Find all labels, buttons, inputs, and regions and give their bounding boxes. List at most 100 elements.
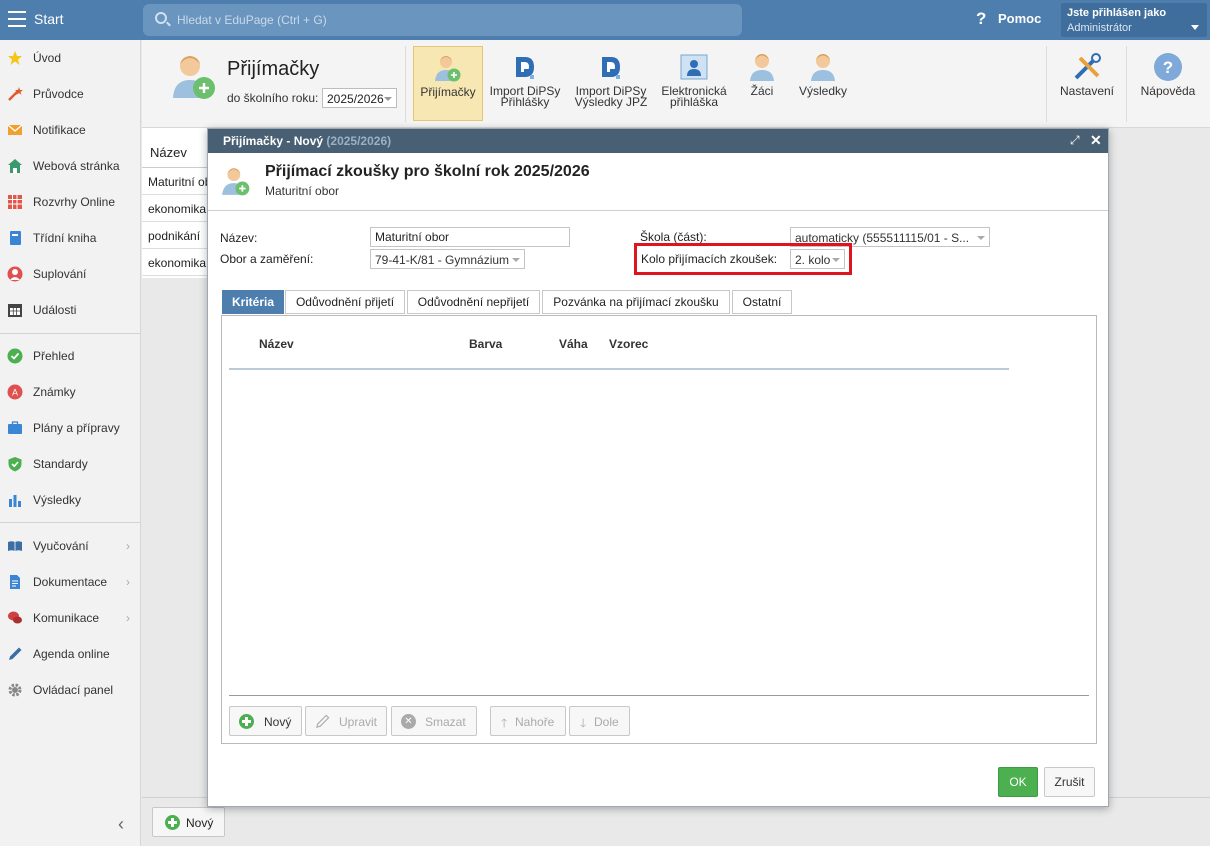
sidebar-item-label: Agenda online (33, 647, 110, 661)
divider (208, 210, 1108, 211)
toolbar-button-import-dipsy-vysledky[interactable]: Import DiPSy Výsledky JPZ (570, 46, 652, 121)
toolbar-button-zaci[interactable]: Žáci (738, 46, 786, 121)
sidebar-item-agenda-online[interactable]: Agenda online (0, 636, 141, 672)
name-label: Název: (220, 231, 258, 245)
tab-ostatni[interactable]: Ostatní (732, 290, 792, 314)
ok-button[interactable]: OK (998, 767, 1038, 797)
sidebar-collapse-button[interactable]: ‹ (118, 814, 124, 835)
user-role: Administrátor (1067, 22, 1132, 34)
new-admission-dialog: Přijímačky - Nový (2025/2026) ⤢ ✕ Přijím… (207, 128, 1109, 807)
new-button-label: Nový (186, 816, 214, 830)
sidebar-item-webova-stranka[interactable]: Webová stránka (0, 148, 141, 184)
sidebar-item-tridni-kniha[interactable]: Třídní kniha (0, 220, 141, 256)
list-item[interactable]: ekonomika (142, 195, 208, 222)
sidebar-item-standardy[interactable]: Standardy (0, 446, 141, 482)
tab-oduvodneni-neprijeti[interactable]: Odůvodnění nepřijetí (407, 290, 540, 314)
top-bar: Start Hledat v EduPage (Ctrl + G) ? Pomo… (0, 0, 1210, 40)
sidebar-item-udalosti[interactable]: Události (0, 292, 141, 328)
sidebar-item-label: Komunikace (33, 611, 100, 625)
envelope-icon (7, 124, 23, 135)
cancel-button[interactable]: Zrušit (1044, 767, 1095, 797)
name-field[interactable]: Maturitní obor (370, 227, 570, 247)
user-menu[interactable]: Jste přihlášen jako Administrátor (1061, 3, 1207, 37)
toolbar-button-napoveda[interactable]: ? Nápověda (1134, 46, 1202, 121)
sidebar-item-label: Třídní kniha (33, 231, 97, 245)
toolbar-button-import-dipsy-prihlasky[interactable]: Import DiPSy Přihlášky (486, 46, 564, 121)
help-icon[interactable]: ? (976, 9, 986, 29)
chevron-down-icon (512, 258, 520, 262)
move-top-button[interactable]: 🡑 Nahoře (490, 706, 566, 736)
sidebar-item-ovladaci-panel[interactable]: Ovládací panel (0, 672, 141, 708)
toolbar-button-vysledky[interactable]: Výsledky (792, 46, 854, 121)
toolbar-button-label: Výsledky (798, 84, 848, 98)
sidebar-item-vysledky[interactable]: Výsledky (0, 482, 141, 518)
sidebar-item-uvod[interactable]: Úvod (0, 40, 141, 76)
admissions-icon (435, 56, 461, 82)
sidebar-item-notifikace[interactable]: Notifikace (0, 112, 141, 148)
column-header-formula[interactable]: Vzorec (609, 337, 648, 351)
sidebar-item-rozvrhy-online[interactable]: Rozvrhy Online (0, 184, 141, 220)
school-year-value: 2025/2026 (327, 92, 384, 106)
sidebar-item-suplovani[interactable]: Suplování (0, 256, 141, 292)
column-header-weight[interactable]: Váha (559, 337, 588, 351)
new-button[interactable]: Nový (152, 807, 225, 837)
sidebar-item-pruvodce[interactable]: Průvodce (0, 76, 141, 112)
toolbar-button-label: Žáci (750, 84, 774, 98)
person-icon (7, 266, 23, 282)
toolbar-button-prijimacky[interactable]: Přijímačky (413, 46, 483, 121)
maximize-icon[interactable]: ⤢ (1070, 133, 1080, 148)
column-header-name[interactable]: Název (259, 337, 294, 351)
search-input[interactable]: Hledat v EduPage (Ctrl + G) (143, 4, 742, 36)
help-link[interactable]: Pomoc (998, 11, 1041, 26)
delete-icon: ✕ (401, 714, 416, 729)
delete-button[interactable]: ✕ Smazat (391, 706, 477, 736)
arrow-up-icon: 🡑 (501, 716, 508, 730)
student-icon (750, 54, 774, 81)
sidebar-item-znamky[interactable]: A Známky (0, 374, 141, 410)
toolbar-button-elektronicka-prihlaska[interactable]: Elektronická přihláška (656, 46, 732, 121)
check-circle-icon (7, 348, 23, 364)
page-title: Přijímačky (227, 58, 320, 80)
move-bottom-button[interactable]: 🡓 Dole (569, 706, 630, 736)
menu-icon[interactable] (8, 11, 26, 27)
close-icon[interactable]: ✕ (1090, 132, 1102, 149)
new-criterion-button[interactable]: Nový (229, 706, 302, 736)
tab-kriteria[interactable]: Kritéria (222, 290, 284, 314)
student-icon (811, 54, 835, 81)
sidebar-item-plany-a-pripravy[interactable]: Plány a přípravy (0, 410, 141, 446)
toolbar-button-nastaveni[interactable]: Nastavení (1054, 46, 1120, 121)
start-label[interactable]: Start (34, 11, 64, 27)
list-header: Název (142, 128, 208, 168)
list-item[interactable]: podnikání (142, 222, 208, 249)
user-caption: Jste přihlášen jako (1067, 7, 1167, 19)
dialog-heading: Přijímací zkoušky pro školní rok 2025/20… (265, 163, 590, 180)
sidebar-item-komunikace[interactable]: Komunikace › (0, 600, 141, 636)
plus-icon (165, 815, 180, 830)
field-of-study-label: Obor a zaměření: (220, 252, 314, 266)
sidebar-item-label: Standardy (33, 457, 88, 471)
sidebar-item-dokumentace[interactable]: Dokumentace › (0, 564, 141, 600)
plus-icon (239, 714, 254, 729)
toolbar-button-label: Přijímačky (420, 85, 476, 99)
sidebar-item-label: Notifikace (33, 123, 86, 137)
field-of-study-select[interactable]: 79-41-K/81 - Gymnázium (370, 249, 525, 269)
dialog-title-year: (2025/2026) (326, 134, 392, 148)
chevron-down-icon (384, 97, 392, 101)
school-year-select[interactable]: 2025/2026 (322, 88, 397, 108)
list-item[interactable]: Maturitní obor (142, 168, 208, 195)
tab-pozvanka[interactable]: Pozvánka na přijímací zkoušku (542, 290, 730, 314)
sidebar-item-vyucovani[interactable]: Vyučování › (0, 528, 141, 564)
house-icon (8, 159, 22, 173)
exam-round-select[interactable]: 2. kolo (790, 249, 845, 269)
chevron-down-icon (832, 258, 840, 262)
dialog-subheading: Maturitní obor (265, 184, 340, 198)
divider (229, 695, 1089, 696)
column-header-color[interactable]: Barva (469, 337, 502, 351)
admissions-list: Název Maturitní obor ekonomika podnikání… (142, 128, 208, 278)
sidebar-item-label: Ovládací panel (33, 683, 114, 697)
tab-oduvodneni-prijeti[interactable]: Odůvodnění přijetí (285, 290, 405, 314)
star-icon (8, 51, 22, 65)
list-item[interactable]: ekonomika (142, 249, 208, 276)
edit-button[interactable]: Upravit (305, 706, 387, 736)
sidebar-item-prehled[interactable]: Přehled (0, 338, 141, 374)
